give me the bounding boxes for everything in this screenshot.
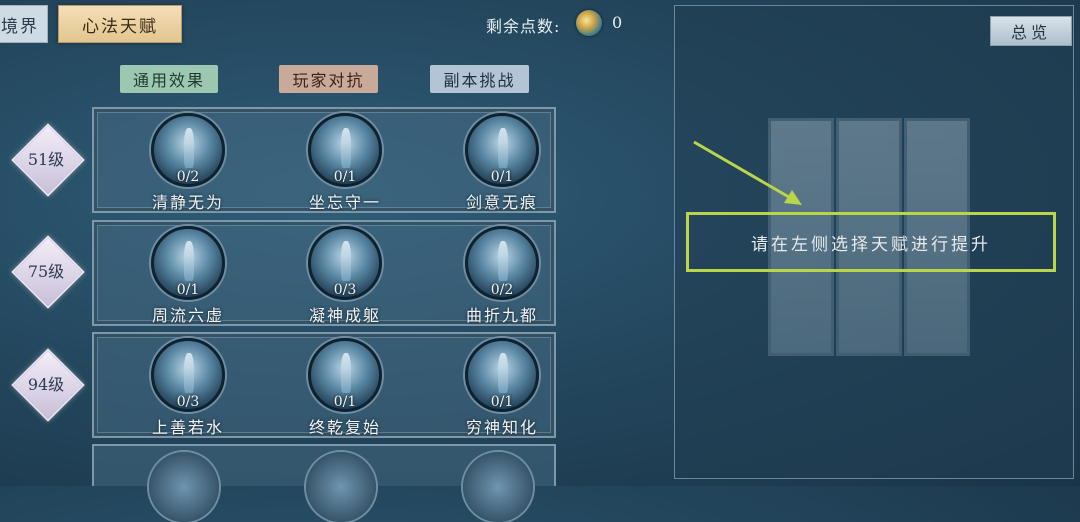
talent-row: 0/2 清静无为 0/1 坐忘守一 0/1 剑意无痕 (92, 107, 556, 213)
category-general-button[interactable]: 通用效果 (120, 65, 218, 93)
talent-name: 终乾复始 (308, 418, 381, 437)
category-pvp-button[interactable]: 玩家对抗 (279, 65, 378, 93)
talent-node[interactable]: 0/2 清静无为 (134, 109, 244, 215)
talent-node[interactable]: 0/1 穷神知化 (448, 334, 558, 440)
hint-highlight-box: 请在左侧选择天赋进行提升 (686, 212, 1056, 272)
talent-name: 凝神成躯 (308, 306, 381, 325)
talent-name: 清静无为 (151, 193, 224, 212)
talent-node[interactable]: 0/1 剑意无痕 (448, 109, 558, 215)
talent-node[interactable]: 0/1 终乾复始 (291, 334, 401, 440)
talent-name: 上善若水 (151, 418, 224, 437)
level-marker: 94级 (10, 347, 85, 422)
talent-point-icon (576, 10, 602, 36)
talent-progress: 0/1 (333, 394, 357, 410)
talent-node[interactable]: 0/3 凝神成躯 (291, 222, 401, 328)
talent-name: 坐忘守一 (308, 193, 381, 212)
tab-heart-talent[interactable]: 心法天赋 (58, 5, 182, 43)
talent-node[interactable]: 0/1 周流六虚 (134, 222, 244, 328)
hint-text: 请在左侧选择天赋进行提升 (751, 234, 991, 255)
talent-node[interactable]: 0/1 坐忘守一 (291, 109, 401, 215)
talent-progress: 0/1 (490, 169, 514, 185)
talent-progress: 0/2 (490, 282, 514, 298)
talent-row: 0/3 上善若水 0/1 终乾复始 0/1 穷神知化 (92, 332, 556, 438)
overview-button[interactable]: 总览 (990, 16, 1072, 46)
talent-row: 0/1 周流六虚 0/3 凝神成躯 0/2 曲折九都 (92, 220, 556, 326)
talent-node[interactable]: 0/3 上善若水 (134, 334, 244, 440)
talent-progress: 0/2 (176, 169, 200, 185)
talent-name: 剑意无痕 (465, 193, 538, 212)
talent-icon[interactable] (149, 452, 219, 522)
category-dungeon-button[interactable]: 副本挑战 (430, 65, 529, 93)
level-label: 51级 (27, 150, 65, 169)
annotation-arrow-icon (693, 140, 802, 205)
talent-name: 周流六虚 (151, 306, 224, 325)
talent-progress: 0/3 (176, 394, 200, 410)
level-marker: 75级 (10, 234, 85, 309)
talent-name: 曲折九都 (465, 306, 538, 325)
talent-progress: 0/1 (490, 394, 514, 410)
talent-name: 穷神知化 (465, 418, 538, 437)
points-label: 剩余点数: (486, 17, 561, 36)
talent-icon[interactable] (306, 452, 376, 522)
talent-icon[interactable] (463, 452, 533, 522)
tab-realm[interactable]: 境界 (0, 5, 48, 43)
level-label: 75级 (27, 262, 65, 281)
talent-progress: 0/3 (333, 282, 357, 298)
talent-progress: 0/1 (176, 282, 200, 298)
talent-progress: 0/1 (333, 169, 357, 185)
level-label: 94级 (27, 375, 65, 394)
points-value: 0 (612, 13, 623, 32)
level-marker: 51级 (10, 122, 85, 197)
talent-node[interactable]: 0/2 曲折九都 (448, 222, 558, 328)
